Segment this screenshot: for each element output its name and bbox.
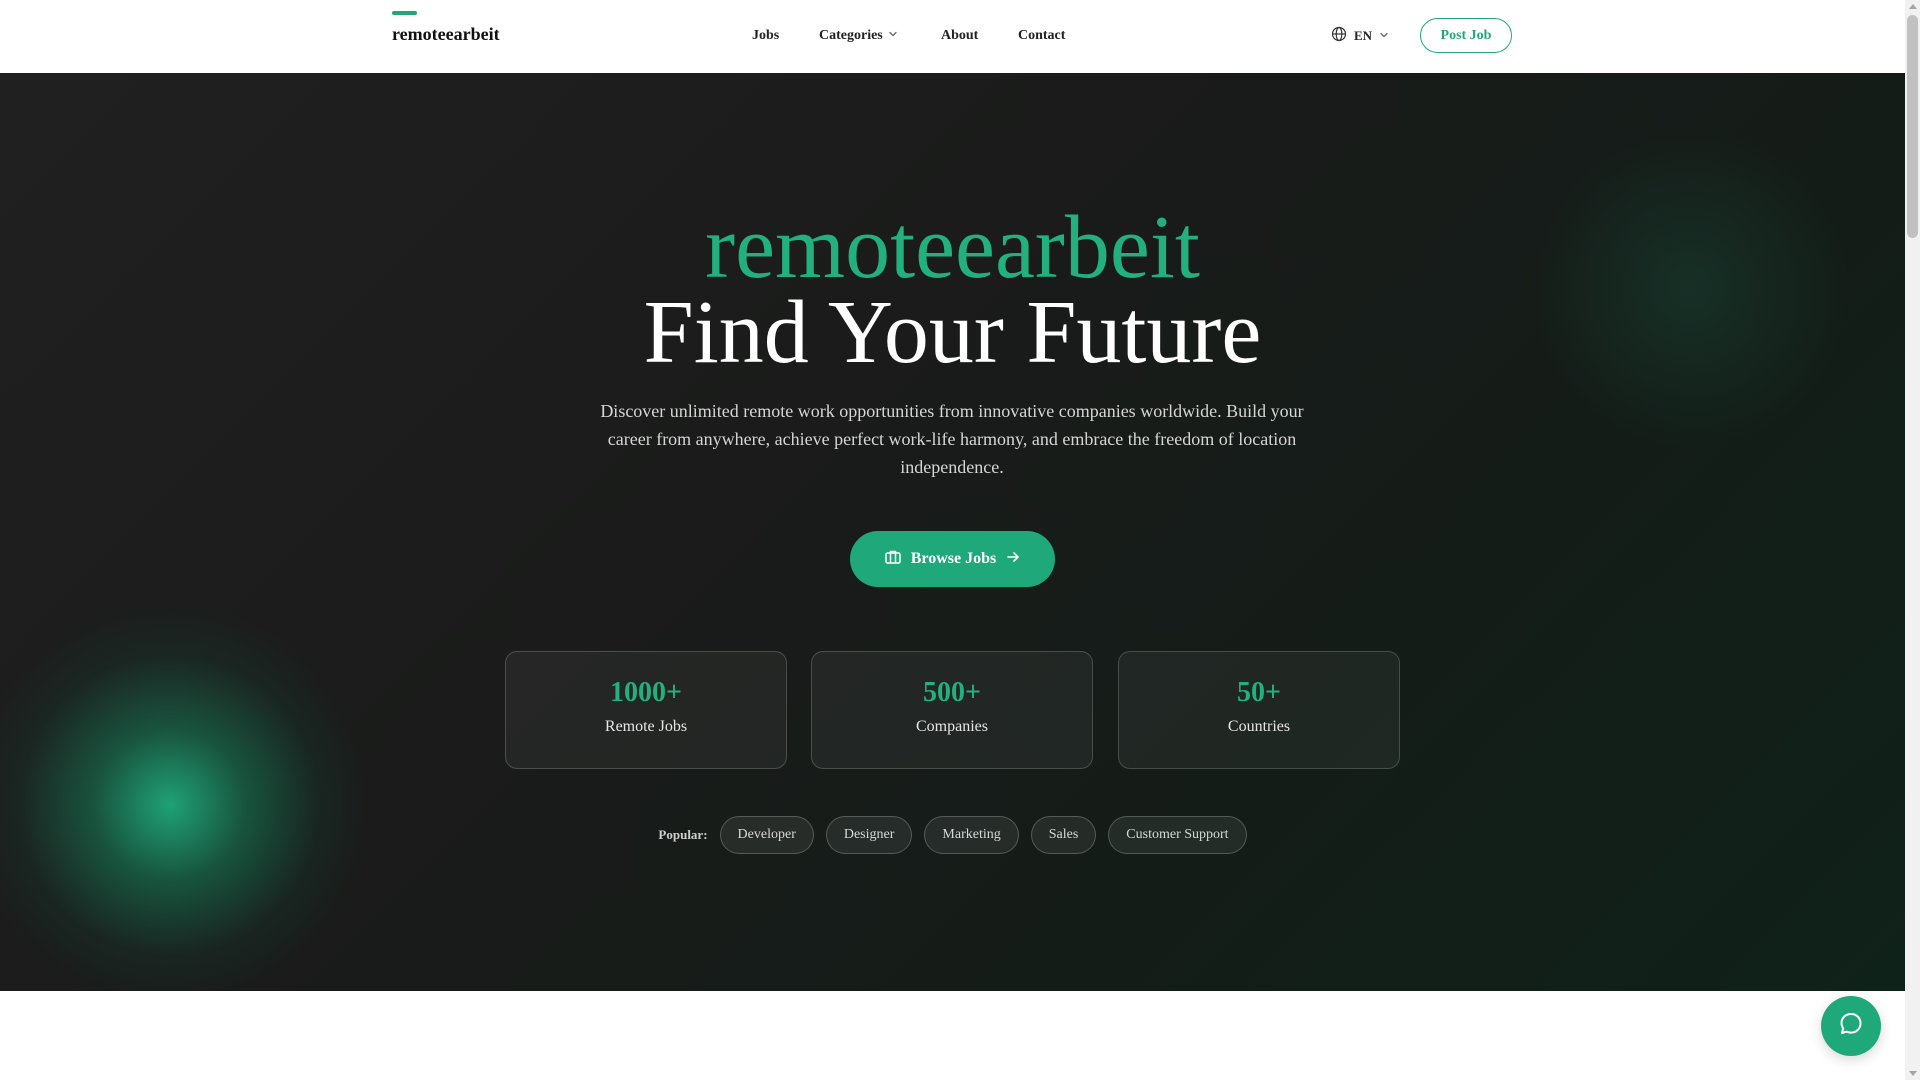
briefcase-icon <box>884 548 902 571</box>
language-label: EN <box>1354 28 1373 43</box>
tag-designer[interactable]: Designer <box>825 816 913 854</box>
page-scrollbar[interactable] <box>1905 0 1920 1080</box>
tag-sales[interactable]: Sales <box>1030 816 1097 854</box>
tag-customer-support[interactable]: Customer Support <box>1108 816 1247 854</box>
browse-jobs-button[interactable]: Browse Jobs <box>850 531 1055 587</box>
stat-label: Countries <box>1227 717 1291 735</box>
popular-tags: Popular: Developer Designer Marketing Sa… <box>0 816 1905 854</box>
tag-developer[interactable]: Developer <box>719 816 814 854</box>
post-job-button[interactable]: Post Job <box>1420 18 1512 53</box>
site-header: remoteearbeit Jobs Categories About Cont… <box>0 0 1905 74</box>
nav-categories[interactable]: Categories <box>819 28 898 44</box>
chat-button[interactable] <box>1821 996 1881 1056</box>
globe-icon <box>1331 26 1347 46</box>
hero-title-main: Find Your Future <box>643 283 1262 382</box>
browse-jobs-label: Browse Jobs <box>910 550 997 567</box>
nav-about[interactable]: About <box>941 28 978 44</box>
scroll-up-arrow[interactable] <box>1909 4 1917 9</box>
stat-card-companies: 500+ Companies <box>811 651 1093 769</box>
stat-label: Companies <box>916 717 988 735</box>
site-logo[interactable]: remoteearbeit <box>392 24 500 45</box>
chevron-down-icon <box>888 28 898 44</box>
stat-value: 1000+ <box>610 677 682 708</box>
scroll-thumb[interactable] <box>1907 15 1918 238</box>
hero-title-brand: remoteearbeit <box>705 198 1200 297</box>
nav-jobs[interactable]: Jobs <box>752 28 779 44</box>
stat-value: 50+ <box>1237 677 1281 708</box>
stat-card-countries: 50+ Countries <box>1118 651 1400 769</box>
hero-section: remoteearbeit Find Your Future Discover … <box>0 73 1905 991</box>
chevron-down-icon <box>1379 28 1389 44</box>
nav-contact[interactable]: Contact <box>1018 28 1065 44</box>
logo-accent-bar <box>392 11 417 15</box>
stat-label: Remote Jobs <box>604 717 688 735</box>
arrow-right-icon <box>1005 549 1021 570</box>
stat-value: 500+ <box>923 677 981 708</box>
nav-categories-label: Categories <box>819 28 883 43</box>
tag-marketing[interactable]: Marketing <box>924 816 1019 854</box>
stat-card-jobs: 1000+ Remote Jobs <box>505 651 787 769</box>
chat-bubble-icon <box>1837 1010 1865 1043</box>
language-selector[interactable]: EN <box>1331 26 1389 46</box>
popular-label: Popular: <box>658 827 708 842</box>
scroll-down-arrow[interactable] <box>1909 1071 1917 1076</box>
hero-description: Discover unlimited remote work opportuni… <box>600 401 1304 477</box>
